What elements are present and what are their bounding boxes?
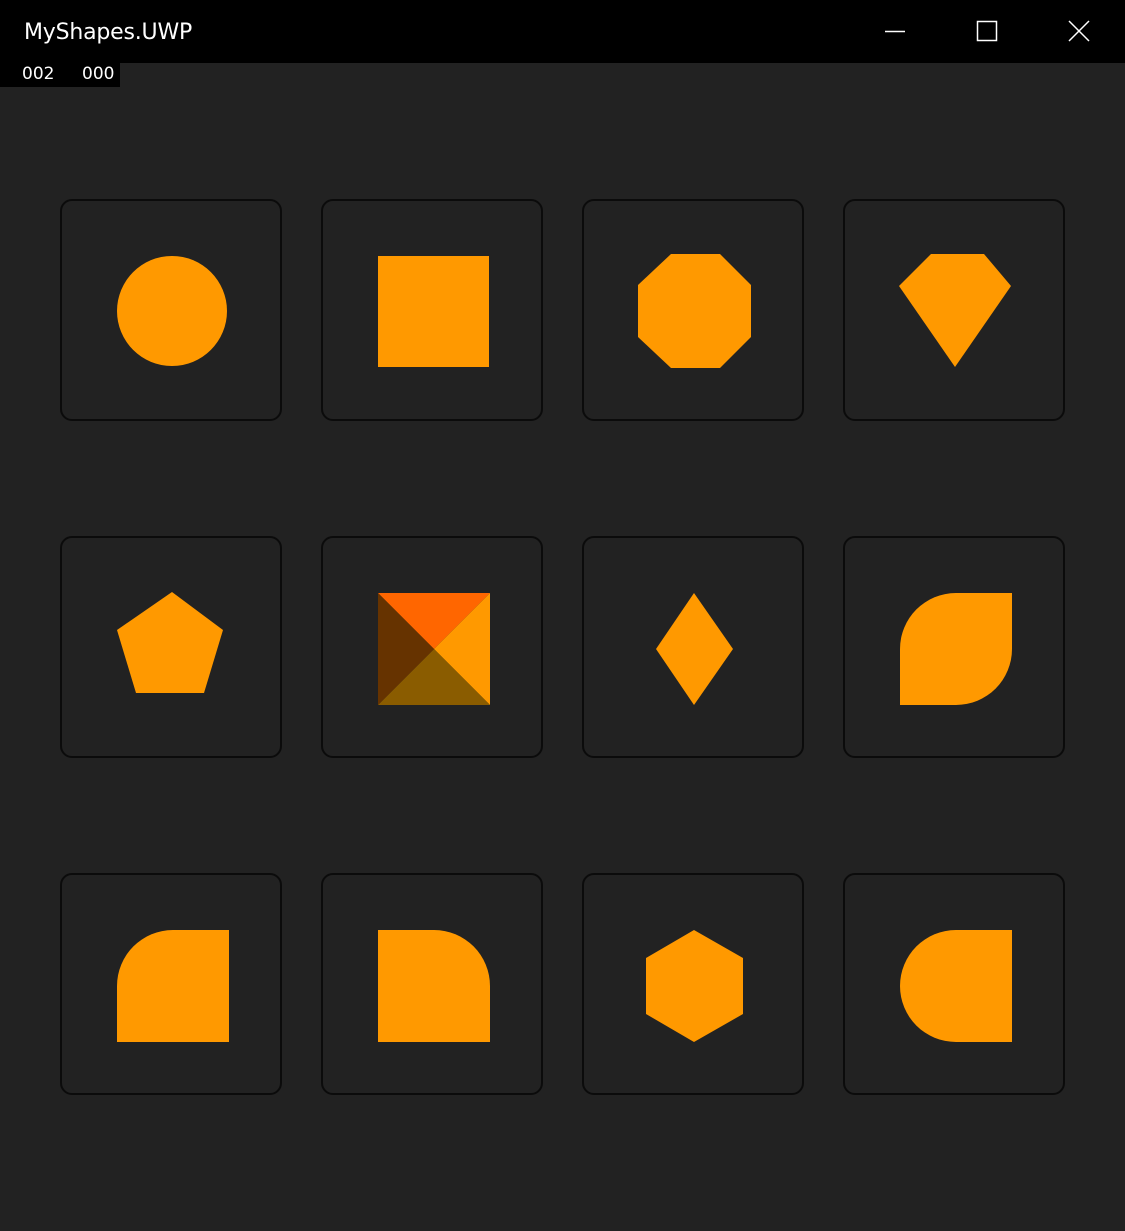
title-bar: MyShapes.UWP [0,0,1125,63]
leaf-shape [900,593,1012,705]
shape-tile-diamond-gem[interactable] [843,199,1065,421]
rhombus-shape [656,593,733,705]
maximize-icon [976,20,998,42]
shape-tile-leaf[interactable] [843,536,1065,758]
minimize-button[interactable] [849,0,941,63]
shape-tile-hexagon[interactable] [582,873,804,1095]
pentagon-shape [117,592,223,693]
rounded-left-half-shape [900,930,1012,1042]
counter-right: 000 [82,64,115,84]
shape-tile-rounded-top-right[interactable] [321,873,543,1095]
hexagon-shape [646,930,743,1042]
shape-tile-rhombus[interactable] [582,536,804,758]
counter-left: 002 [22,64,55,84]
octagon-shape [638,254,751,368]
shape-tile-square[interactable] [321,199,543,421]
shape-tile-octagon[interactable] [582,199,804,421]
maximize-button[interactable] [941,0,1033,63]
close-icon [1068,20,1090,42]
square-shape [378,256,489,367]
shape-tile-pentagon[interactable] [60,536,282,758]
circle-shape [117,256,227,366]
shape-tile-rounded-left-half[interactable] [843,873,1065,1095]
shape-tile-rounded-top-left[interactable] [60,873,282,1095]
rounded-top-left-shape [117,930,229,1042]
close-button[interactable] [1033,0,1125,63]
diamond-gem-shape [899,254,1011,367]
frame-counter: 002 000 [0,63,120,87]
rounded-top-right-shape [378,930,490,1042]
minimize-icon [885,30,905,33]
app-title: MyShapes.UWP [24,20,193,45]
pyramid-shape [378,593,490,705]
shape-tile-pyramid[interactable] [321,536,543,758]
shape-tile-circle[interactable] [60,199,282,421]
